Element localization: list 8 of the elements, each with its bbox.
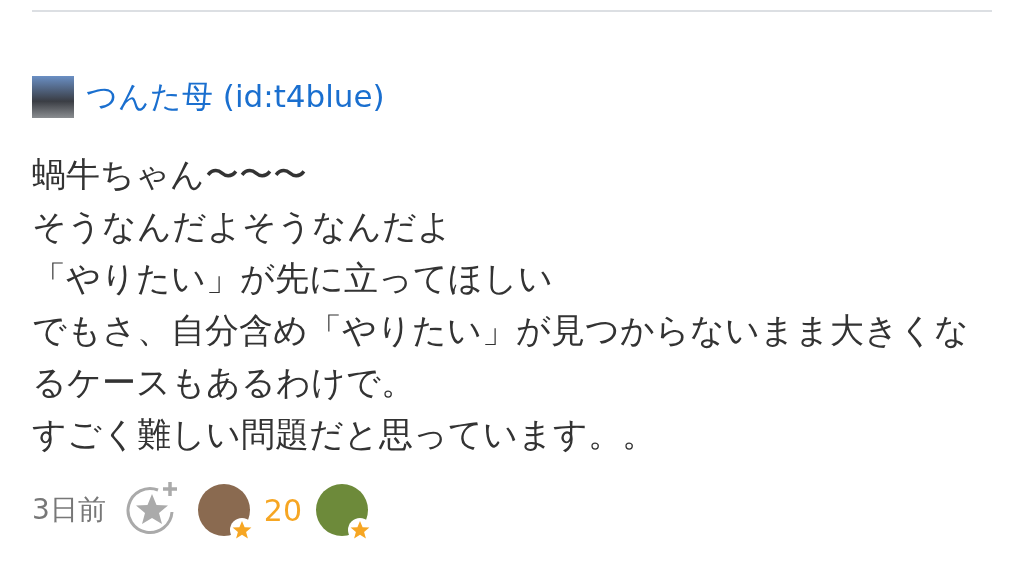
user-avatar-photo[interactable] xyxy=(32,76,74,118)
comment-text: すごく難しい問題だと思っています。。 xyxy=(32,413,657,456)
comment-text: でもさ、自分含め「やりたい」が見つからないまま大きくなるケースもあるわけで。 xyxy=(32,309,970,404)
comment-text: 「やりたい」が先に立ってほしい xyxy=(32,257,554,300)
timestamp: 3日前 xyxy=(32,492,106,528)
comment-text: 蝸牛ちゃん〜〜〜 xyxy=(32,153,308,196)
author-link[interactable]: つんた母 (id:t4blue) xyxy=(86,76,385,118)
comment-text: そうなんだよそうなんだよ xyxy=(32,205,453,248)
